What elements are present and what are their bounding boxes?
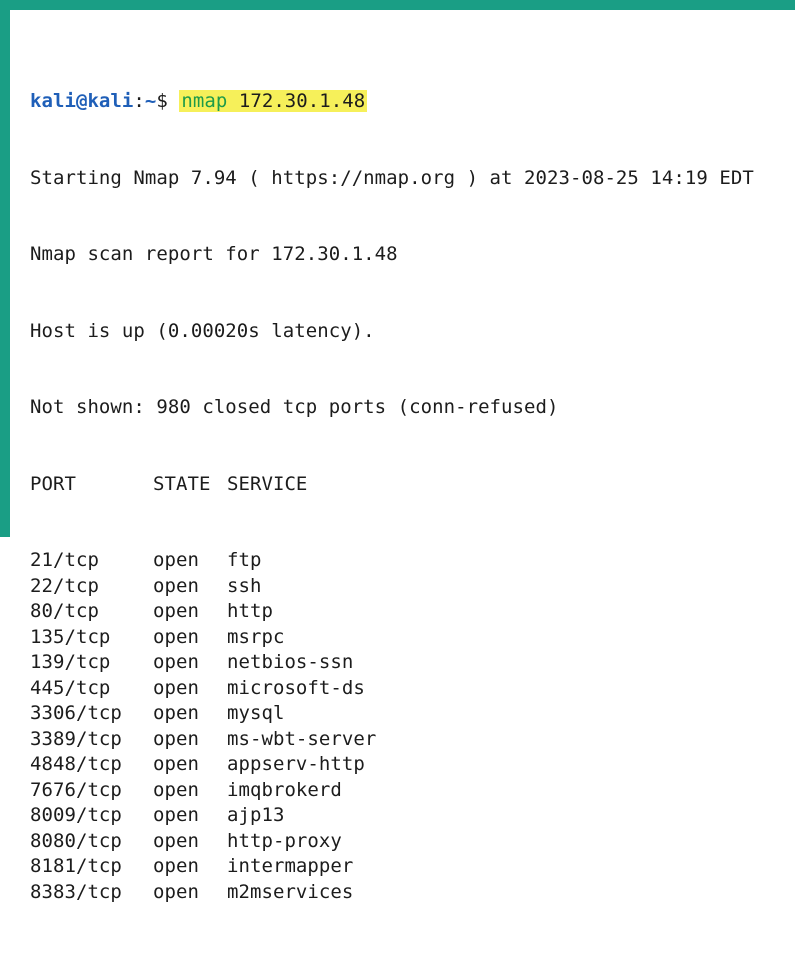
state-cell: open <box>153 804 199 826</box>
port-cell: 80/tcp <box>30 600 99 622</box>
port-cell: 139/tcp <box>30 651 111 673</box>
output-starting-line: Starting Nmap 7.94 ( https://nmap.org ) … <box>30 166 754 189</box>
table-row: 3306/tcp open mysql <box>30 701 754 727</box>
port-cell: 3389/tcp <box>30 727 122 750</box>
terminal-output: kali@kali:~$ nmap 172.30.1.48 Starting N… <box>30 38 754 956</box>
service-cell: microsoft-ds <box>227 676 365 699</box>
state-cell: open <box>153 829 199 852</box>
state-cell: open <box>153 676 199 699</box>
service-cell: netbios-ssn <box>227 651 354 673</box>
terminal-window: kali@kali:~$ nmap 172.30.1.48 Starting N… <box>0 0 795 903</box>
port-cell: 8080/tcp <box>30 829 122 852</box>
port-cell: 3306/tcp <box>30 702 122 724</box>
state-cell: open <box>153 855 199 877</box>
table-row: 8009/tcp open ajp13 <box>30 803 754 829</box>
table-row: 3389/tcp open ms-wbt-server <box>30 727 754 753</box>
service-cell: ftp <box>227 549 262 571</box>
service-cell: http-proxy <box>227 829 342 852</box>
port-cell: 8009/tcp <box>30 804 122 826</box>
table-row: 8383/tcp open m2mservices <box>30 880 754 906</box>
state-cell: open <box>153 702 199 724</box>
state-cell: open <box>153 549 199 571</box>
table-row: 8181/tcp open intermapper <box>30 854 754 880</box>
state-cell: open <box>153 574 199 597</box>
service-cell: imqbrokerd <box>227 778 342 801</box>
header-port: PORT <box>30 472 76 495</box>
service-cell: http <box>227 600 273 622</box>
port-cell: 21/tcp <box>30 549 99 571</box>
port-cell: 445/tcp <box>30 676 111 699</box>
port-cell: 7676/tcp <box>30 778 122 801</box>
table-row: 445/tcp open microsoft-ds <box>30 676 754 702</box>
state-cell: open <box>153 625 199 648</box>
service-cell: m2mservices <box>227 880 354 903</box>
command-argument: 172.30.1.48 <box>227 90 366 112</box>
service-cell: intermapper <box>227 855 354 877</box>
port-cell: 4848/tcp <box>30 753 122 775</box>
table-header-row: PORT STATE SERVICE <box>30 472 754 498</box>
state-cell: open <box>153 600 199 622</box>
table-row: 80/tcp open http <box>30 599 754 625</box>
state-cell: open <box>153 753 199 775</box>
prompt-colon: : <box>133 90 145 112</box>
table-row: 139/tcp open netbios-ssn <box>30 650 754 676</box>
output-not-shown-line: Not shown: 980 closed tcp ports (conn-re… <box>30 396 559 418</box>
state-cell: open <box>153 651 199 673</box>
prompt-symbol: $ <box>156 90 180 112</box>
table-row: 21/tcp open ftp <box>30 548 754 574</box>
service-cell: ssh <box>227 574 262 597</box>
state-cell: open <box>153 778 199 801</box>
state-cell: open <box>153 880 199 903</box>
port-cell: 135/tcp <box>30 625 111 648</box>
prompt-path: ~ <box>144 90 157 112</box>
header-service: SERVICE <box>227 472 308 495</box>
table-row: 7676/tcp open imqbrokerd <box>30 778 754 804</box>
service-cell: msrpc <box>227 625 285 648</box>
prompt-user-host: kali@kali <box>30 90 134 112</box>
highlighted-command: nmap 172.30.1.48 <box>179 90 368 112</box>
table-row: 8080/tcp open http-proxy <box>30 829 754 855</box>
port-cell: 8181/tcp <box>30 855 122 877</box>
prompt-line: kali@kali:~$ nmap 172.30.1.48 <box>30 89 754 115</box>
port-cell: 8383/tcp <box>30 880 122 903</box>
table-row: 135/tcp open msrpc <box>30 625 754 651</box>
port-table-rows: 21/tcp open ftp 22/tcp open ssh 80/tcp open http… <box>30 548 754 905</box>
table-row: 4848/tcp open appserv-http <box>30 752 754 778</box>
header-state: STATE <box>153 472 211 495</box>
table-row: 22/tcp open ssh <box>30 574 754 600</box>
port-cell: 22/tcp <box>30 574 99 597</box>
output-report-line: Nmap scan report for 172.30.1.48 <box>30 243 398 265</box>
command-name: nmap <box>181 90 228 112</box>
service-cell: appserv-http <box>227 753 365 775</box>
service-cell: mysql <box>227 702 285 724</box>
service-cell: ms-wbt-server <box>227 727 377 750</box>
state-cell: open <box>153 727 199 750</box>
service-cell: ajp13 <box>227 804 285 826</box>
output-host-up-line: Host is up (0.00020s latency). <box>30 319 375 342</box>
